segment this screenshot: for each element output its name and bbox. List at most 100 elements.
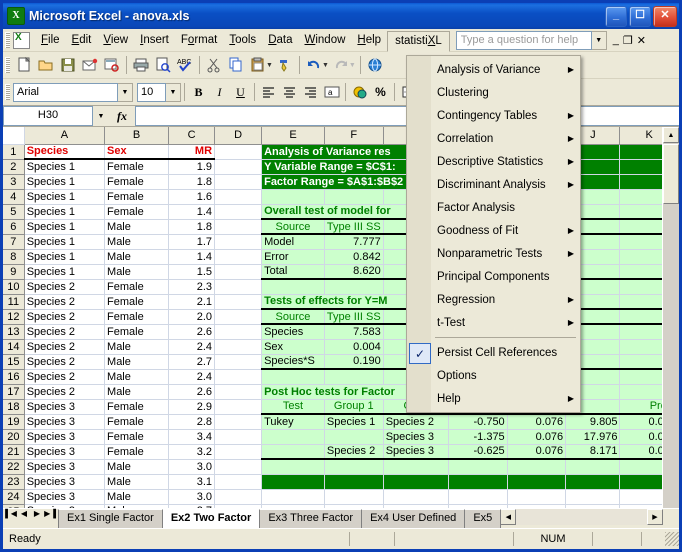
- cell-b1[interactable]: Sex: [104, 144, 170, 160]
- cell-b9[interactable]: Male: [104, 264, 170, 280]
- row-header-19[interactable]: 19: [3, 414, 25, 430]
- name-box-dropdown-arrow[interactable]: ▼: [93, 113, 109, 120]
- cell-b6[interactable]: Male: [104, 219, 170, 235]
- cell-g24[interactable]: [383, 489, 449, 505]
- cell-h20-diff[interactable]: -1.375: [448, 429, 508, 445]
- cell-d23[interactable]: [214, 474, 263, 490]
- cell-f20-group1[interactable]: [324, 429, 384, 445]
- cell-d11[interactable]: [214, 294, 263, 310]
- row-header-23[interactable]: 23: [3, 474, 25, 490]
- menu-item-file[interactable]: FFileile: [35, 31, 66, 49]
- cell-c16[interactable]: 2.4: [168, 369, 216, 385]
- cell-b21[interactable]: Female: [104, 444, 170, 460]
- cell-d4[interactable]: [214, 189, 263, 205]
- search-icon[interactable]: [101, 54, 123, 76]
- cell-c21[interactable]: 3.2: [168, 444, 216, 460]
- font-size-dropdown-arrow[interactable]: ▼: [166, 82, 181, 102]
- cell-d5[interactable]: [214, 204, 263, 220]
- cell-f14-ss[interactable]: 0.004: [324, 339, 384, 355]
- cell-h23[interactable]: [448, 474, 508, 490]
- maximize-button[interactable]: ☐: [629, 5, 651, 27]
- cell-c12[interactable]: 2.0: [168, 309, 216, 325]
- cell-h22[interactable]: [448, 459, 508, 475]
- menu-item-edit[interactable]: Edit: [66, 31, 98, 49]
- first-sheet-icon[interactable]: ▌◀: [5, 509, 17, 518]
- cell-c3[interactable]: 1.8: [168, 174, 216, 190]
- cell-f22[interactable]: [324, 459, 384, 475]
- menu-item-insert[interactable]: Insert: [134, 31, 175, 49]
- cell-a18[interactable]: Species 3: [24, 399, 106, 415]
- cell-c24[interactable]: 3.0: [168, 489, 216, 505]
- cell-f21-group1[interactable]: Species 2: [324, 444, 384, 460]
- sheet-tab-ex3-three-factor[interactable]: Ex3 Three Factor: [259, 509, 363, 528]
- cell-d7[interactable]: [214, 234, 263, 250]
- cell-a1[interactable]: Species: [24, 144, 106, 160]
- cell-c23[interactable]: 3.1: [168, 474, 216, 490]
- cell-a3[interactable]: Species 1: [24, 174, 106, 190]
- menu-option-regression[interactable]: Regression ▶: [407, 288, 580, 311]
- menu-option-descriptive-statistics[interactable]: Descriptive Statistics ▶: [407, 150, 580, 173]
- cell-c10[interactable]: 2.3: [168, 279, 216, 295]
- row-header-7[interactable]: 7: [3, 234, 25, 250]
- cell-i23[interactable]: [507, 474, 567, 490]
- mdi-restore-button[interactable]: ❐: [623, 34, 633, 47]
- sheet-tab-ex1-single-factor[interactable]: Ex1 Single Factor: [58, 509, 163, 528]
- font-size-input[interactable]: 10: [137, 82, 166, 102]
- insert-function-icon[interactable]: fx: [109, 109, 135, 124]
- row-header-16[interactable]: 16: [3, 369, 25, 385]
- cell-g22[interactable]: [383, 459, 449, 475]
- currency-icon[interactable]: [349, 82, 370, 102]
- cell-b8[interactable]: Male: [104, 249, 170, 265]
- cell-a12[interactable]: Species 2: [24, 309, 106, 325]
- row-header-25[interactable]: 25: [3, 504, 25, 508]
- align-center-icon[interactable]: [279, 82, 300, 102]
- italic-button[interactable]: I: [209, 82, 230, 102]
- cell-d18[interactable]: [214, 399, 263, 415]
- cell-b12[interactable]: Female: [104, 309, 170, 325]
- cell-e12-header-source[interactable]: Source: [261, 308, 325, 325]
- select-all-corner[interactable]: [3, 127, 25, 145]
- cell-e14-source[interactable]: Sex: [261, 339, 325, 355]
- menu-option-options[interactable]: Options: [407, 364, 580, 387]
- cell-e19-test[interactable]: Tukey: [261, 414, 325, 430]
- undo-dropdown-arrow[interactable]: ▼: [322, 62, 329, 69]
- prev-sheet-icon[interactable]: ◀: [18, 509, 30, 518]
- cell-b24[interactable]: Male: [104, 489, 170, 505]
- formatting-toolbar-grip[interactable]: [5, 84, 10, 100]
- menu-option-t-test[interactable]: t-Test ▶: [407, 311, 580, 334]
- mdi-close-button[interactable]: ✕: [637, 34, 646, 47]
- cell-d2[interactable]: [214, 159, 263, 175]
- scroll-up-button[interactable]: ▲: [663, 127, 679, 143]
- cell-c4[interactable]: 1.6: [168, 189, 216, 205]
- open-icon[interactable]: [35, 54, 57, 76]
- paste-dropdown-arrow[interactable]: ▼: [266, 62, 273, 69]
- cell-a11[interactable]: Species 2: [24, 294, 106, 310]
- cell-f18-header-group1[interactable]: Group 1: [324, 399, 384, 415]
- cell-h21-diff[interactable]: -0.625: [448, 444, 508, 460]
- cell-g23[interactable]: [383, 474, 449, 490]
- menu-item-statistixl[interactable]: statistiXL: [387, 30, 450, 52]
- font-name-input[interactable]: Arial: [13, 82, 118, 102]
- row-header-6[interactable]: 6: [3, 219, 25, 235]
- cell-a19[interactable]: Species 3: [24, 414, 106, 430]
- row-header-4[interactable]: 4: [3, 189, 25, 205]
- cell-d3[interactable]: [214, 174, 263, 190]
- cell-e4[interactable]: [261, 189, 325, 205]
- cell-e13-source[interactable]: Species: [261, 324, 325, 340]
- cell-a5[interactable]: Species 1: [24, 204, 106, 220]
- cell-f24[interactable]: [324, 489, 384, 505]
- cell-c17[interactable]: 2.6: [168, 384, 216, 400]
- cell-c25[interactable]: 2.7: [168, 504, 216, 508]
- sheet-tab-ex2-two-factor[interactable]: Ex2 Two Factor: [161, 509, 261, 528]
- cell-c5[interactable]: 1.4: [168, 204, 216, 220]
- cell-d16[interactable]: [214, 369, 263, 385]
- cell-c7[interactable]: 1.7: [168, 234, 216, 250]
- cell-a17[interactable]: Species 2: [24, 384, 106, 400]
- cell-b16[interactable]: Male: [104, 369, 170, 385]
- underline-button[interactable]: U: [230, 82, 251, 102]
- column-header-d[interactable]: D: [214, 127, 263, 145]
- cell-b3[interactable]: Female: [104, 174, 170, 190]
- copy-icon[interactable]: [225, 54, 247, 76]
- cell-i25[interactable]: [507, 504, 567, 508]
- menu-option-factor-analysis[interactable]: Factor Analysis: [407, 196, 580, 219]
